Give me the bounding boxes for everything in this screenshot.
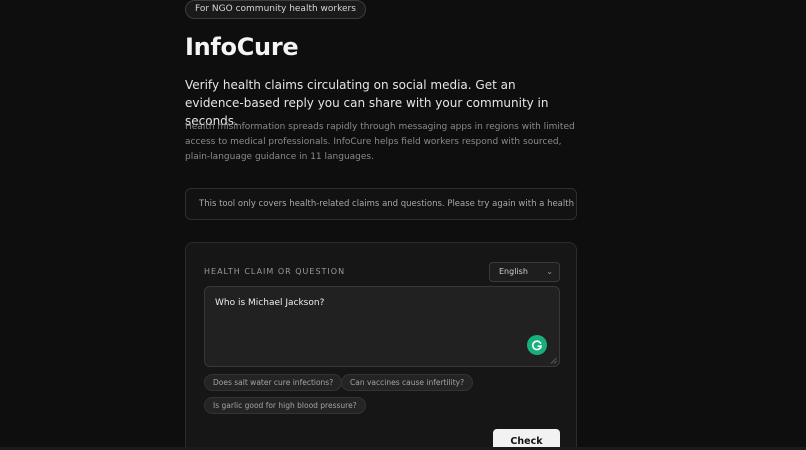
language-select[interactable]: English ⌄	[489, 262, 560, 282]
language-select-value: English	[499, 267, 528, 276]
suggestion-chip[interactable]: Does salt water cure infections?	[204, 374, 343, 391]
suggestion-chip[interactable]: Can vaccines cause infertility?	[341, 374, 474, 391]
app-title: InfoCure	[185, 33, 299, 61]
suggestion-chip[interactable]: Is garlic good for high blood pressure?	[204, 397, 366, 414]
page: For NGO community health workers InfoCur…	[0, 0, 806, 450]
claim-textarea-value: Who is Michael Jackson?	[215, 298, 325, 308]
notice-banner: This tool only covers health-related cla…	[185, 188, 577, 220]
description-text: Health misinformation spreads rapidly th…	[185, 122, 575, 162]
chevron-down-icon: ⌄	[546, 267, 553, 276]
claim-field-label: HEALTH CLAIM OR QUESTION	[204, 267, 346, 276]
claim-form-card: HEALTH CLAIM OR QUESTION English ⌄ Who i…	[185, 242, 577, 450]
claim-textarea[interactable]: Who is Michael Jackson?	[204, 286, 560, 367]
grammarly-icon[interactable]	[527, 335, 547, 355]
audience-badge: For NGO community health workers	[185, 0, 366, 19]
resize-handle-icon[interactable]	[550, 357, 557, 364]
